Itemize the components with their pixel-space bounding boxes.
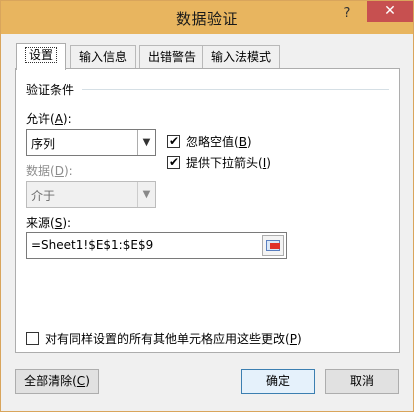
group-divider (82, 89, 389, 90)
apply-all-label-key: P (289, 332, 297, 346)
allow-value: 序列 (31, 137, 56, 151)
clear-all-prefix: 全部清除( (24, 374, 77, 388)
source-value: =Sheet1!$E$1:$E$9 (31, 238, 154, 252)
apply-all-label[interactable]: 对有同样设置的所有其他单元格应用这些更改(P) (45, 330, 302, 347)
data-label-key: D (54, 164, 64, 178)
help-button[interactable]: ? (335, 3, 359, 25)
allow-label-suffix: ): (62, 112, 72, 126)
source-input[interactable]: =Sheet1!$E$1:$E$9 (26, 232, 287, 259)
tab-ime-mode[interactable]: 输入法模式 (202, 45, 281, 69)
check-icon: ✔ (169, 155, 180, 169)
in-cell-dropdown-label[interactable]: 提供下拉箭头(I) (186, 154, 271, 171)
chevron-down-icon[interactable]: ▼ (137, 130, 155, 155)
range-marker-shape (270, 243, 280, 249)
apply-all-checkbox[interactable] (26, 332, 39, 345)
tab-error-alert[interactable]: 出错警告 (139, 45, 206, 69)
allow-label-key: A (54, 112, 63, 126)
allow-label-prefix: 允许( (26, 112, 55, 126)
cancel-button[interactable]: 取消 (325, 369, 399, 394)
data-select: 介于 ▼ (26, 181, 156, 208)
source-label-prefix: 来源( (26, 216, 55, 230)
ignore-blank-label-prefix: 忽略空值( (186, 135, 239, 149)
allow-label: 允许(A): (26, 110, 72, 127)
tab-settings[interactable]: 设置 (16, 43, 67, 70)
data-label-suffix: ): (63, 164, 73, 178)
validation-criteria-heading: 验证条件 (26, 83, 75, 97)
clear-all-button[interactable]: 全部清除(C) (15, 369, 99, 394)
allow-select[interactable]: 序列 ▼ (26, 129, 156, 156)
in-cell-dropdown-checkbox[interactable]: ✔ (167, 155, 180, 169)
title-bar: 数据验证 ? ✕ (1, 1, 413, 34)
in-cell-dropdown-label-prefix: 提供下拉箭头( (186, 156, 263, 170)
source-label: 来源(S): (26, 214, 71, 231)
ignore-blank-label-key: B (238, 135, 247, 149)
range-select-icon[interactable] (262, 235, 284, 256)
apply-all-label-prefix: 对有同样设置的所有其他单元格应用这些更改( (45, 332, 290, 346)
data-label-prefix: 数据( (26, 164, 55, 178)
tab-settings-label: 设置 (25, 47, 58, 63)
ignore-blank-checkbox[interactable]: ✔ (167, 134, 180, 148)
close-button[interactable]: ✕ (367, 1, 413, 22)
in-cell-dropdown-label-suffix: ) (266, 156, 271, 170)
data-label: 数据(D): (26, 162, 73, 179)
check-icon: ✔ (169, 134, 180, 148)
clear-all-key: C (76, 374, 86, 388)
data-validation-dialog: 数据验证 ? ✕ 设置 输入信息 出错警告 输入法模式 验证条件 允许(A): … (0, 0, 414, 412)
ignore-blank-label-suffix: ) (246, 135, 252, 149)
tab-input-message[interactable]: 输入信息 (70, 45, 137, 69)
apply-all-label-suffix: ) (296, 332, 302, 346)
ok-button[interactable]: 确定 (241, 369, 315, 394)
clear-all-suffix: ) (85, 374, 90, 388)
data-value: 介于 (31, 189, 56, 203)
chevron-down-icon: ▼ (137, 182, 155, 207)
ignore-blank-label[interactable]: 忽略空值(B) (186, 133, 252, 150)
settings-panel: 验证条件 允许(A): 序列 ▼ ✔ 忽略空值(B) ✔ 提供下拉箭头(I) 数… (15, 68, 400, 353)
source-label-suffix: ): (62, 216, 72, 230)
